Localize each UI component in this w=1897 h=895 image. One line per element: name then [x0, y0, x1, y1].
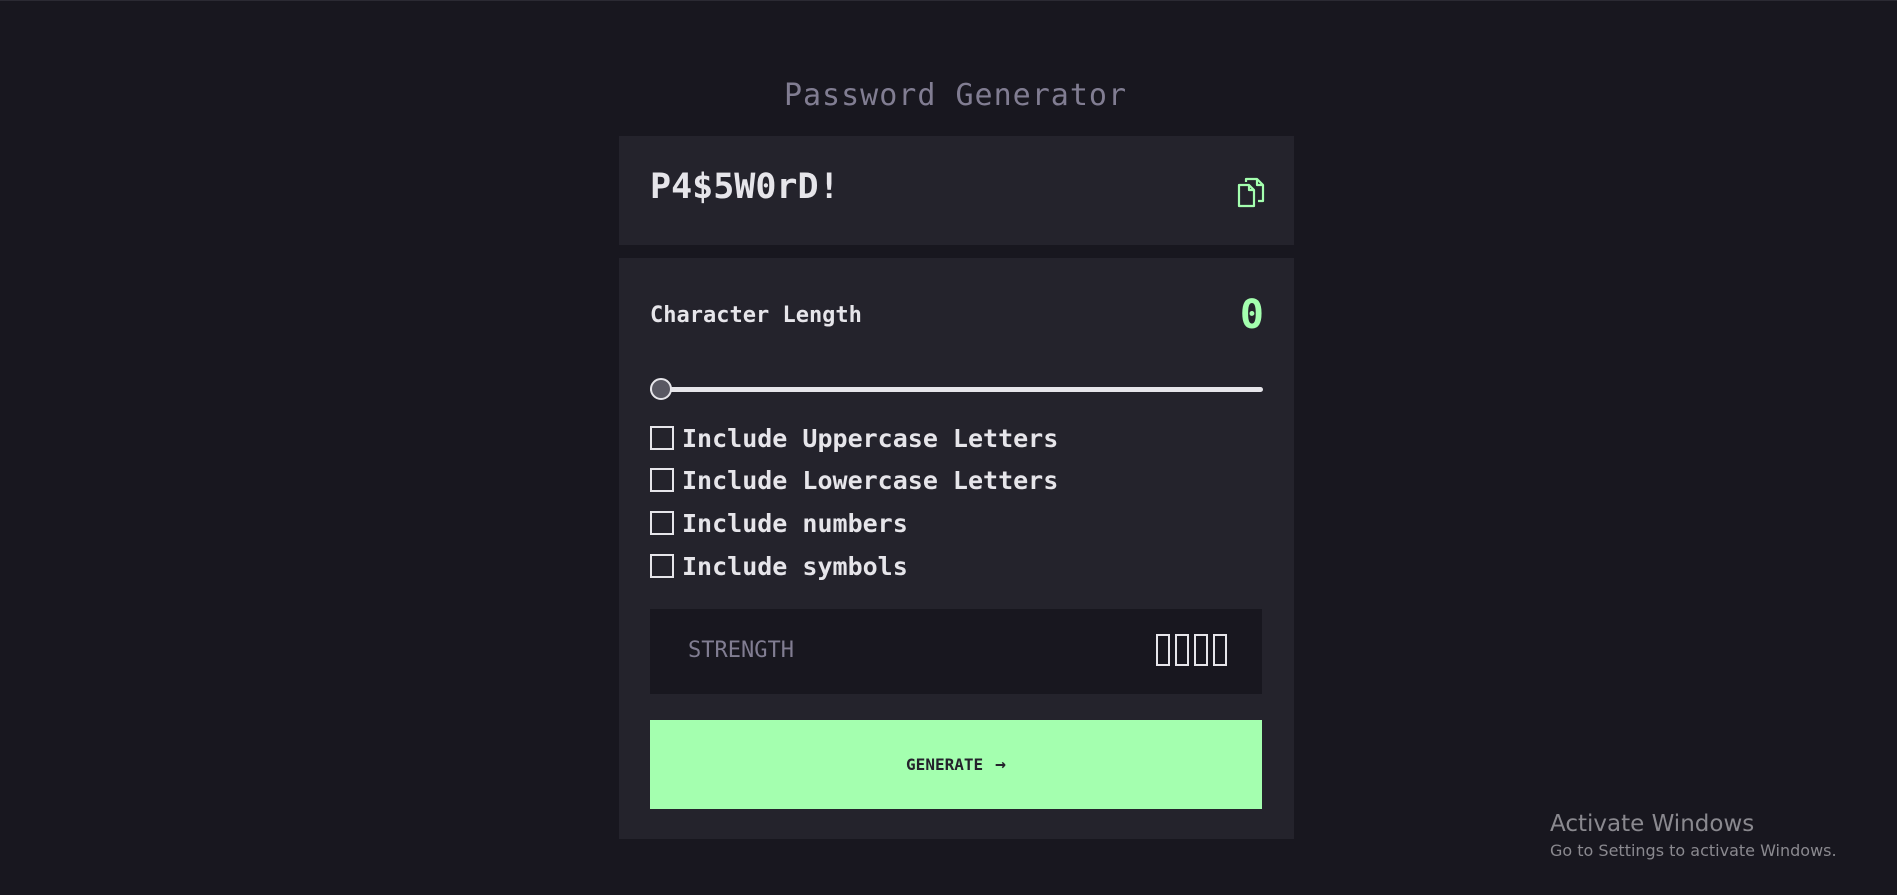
windows-activation-watermark: Activate Windows Go to Settings to activ…: [1550, 811, 1837, 860]
strength-bar: [1156, 634, 1170, 666]
symbols-label: Include symbols: [682, 551, 908, 581]
copy-icon: [1237, 177, 1265, 208]
strength-label: STRENGTH: [688, 638, 794, 663]
arrow-right-icon: →: [995, 754, 1006, 775]
option-lowercase[interactable]: Include Lowercase Letters: [650, 465, 1058, 495]
strength-bars: [1156, 634, 1227, 666]
option-numbers[interactable]: Include numbers: [650, 508, 908, 538]
lowercase-checkbox[interactable]: [650, 468, 674, 492]
password-display: P4$5W0rD!: [619, 136, 1294, 245]
uppercase-checkbox[interactable]: [650, 426, 674, 450]
page-title: Password Generator: [783, 78, 1128, 113]
uppercase-label: Include Uppercase Letters: [682, 423, 1059, 453]
lowercase-label: Include Lowercase Letters: [682, 465, 1059, 495]
option-uppercase[interactable]: Include Uppercase Letters: [650, 423, 1058, 453]
watermark-title: Activate Windows: [1550, 811, 1755, 837]
strength-meter: STRENGTH: [650, 609, 1262, 694]
character-length-value: 0: [1239, 292, 1264, 338]
generate-button[interactable]: GENERATE →: [650, 720, 1262, 809]
length-slider[interactable]: [650, 378, 1263, 402]
copy-button[interactable]: [1234, 175, 1268, 209]
option-symbols[interactable]: Include symbols: [650, 551, 908, 581]
generate-label: GENERATE: [906, 755, 984, 774]
password-text: P4$5W0rD!: [650, 167, 840, 207]
settings-card: Character Length 0 Include Uppercase Let…: [619, 258, 1294, 839]
numbers-label: Include numbers: [682, 508, 908, 538]
slider-thumb[interactable]: [650, 378, 672, 400]
character-length-label: Character Length: [650, 303, 862, 328]
watermark-subtitle: Go to Settings to activate Windows.: [1550, 841, 1837, 860]
top-border: [0, 0, 1897, 1]
strength-bar: [1213, 634, 1227, 666]
numbers-checkbox[interactable]: [650, 511, 674, 535]
symbols-checkbox[interactable]: [650, 554, 674, 578]
slider-track: [650, 387, 1263, 392]
strength-bar: [1175, 634, 1189, 666]
strength-bar: [1194, 634, 1208, 666]
